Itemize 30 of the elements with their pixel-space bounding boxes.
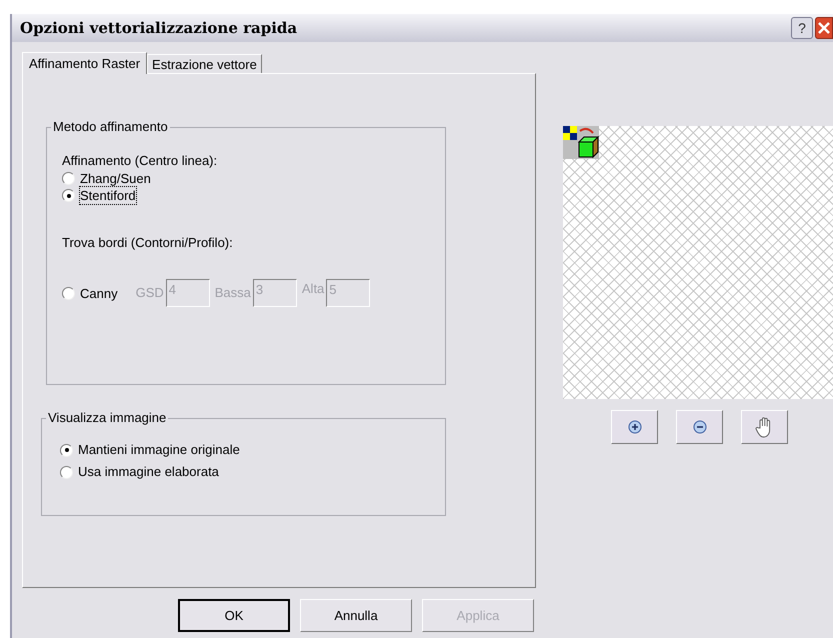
pan-button[interactable] — [741, 410, 788, 444]
zoom-in-icon — [628, 420, 642, 434]
radio-button[interactable] — [62, 189, 75, 202]
group-title: Visualizza immagine — [46, 410, 168, 426]
dialog-button[interactable]: OK — [178, 599, 290, 632]
radio-option[interactable]: Mantieni immagine originale — [60, 439, 445, 461]
radio-button[interactable] — [60, 444, 73, 456]
radio-option[interactable]: Stentiford — [62, 187, 445, 204]
zoom-out-icon — [692, 420, 706, 434]
radio-option[interactable]: Canny — [62, 284, 118, 302]
tab[interactable]: Affinamento Raster — [22, 52, 148, 74]
tab[interactable]: Estrazione vettore — [147, 54, 262, 73]
help-button[interactable]: ? — [791, 17, 813, 39]
field-label: GSD — [136, 284, 164, 302]
field-label: Bassa — [214, 284, 251, 302]
field-label: Alta — [302, 280, 324, 298]
section-label: Trova bordi (Contorni/Profilo): — [62, 234, 234, 251]
radio-button[interactable] — [60, 466, 73, 478]
close-icon — [818, 22, 830, 34]
zoom-in-button[interactable] — [611, 410, 658, 444]
radio-option[interactable]: Zhang/Suen — [62, 170, 445, 187]
zoom-out-button[interactable] — [676, 410, 723, 444]
close-button[interactable] — [815, 17, 833, 39]
radio-option[interactable]: Usa immagine elaborata — [60, 461, 445, 483]
radio-button[interactable] — [62, 172, 75, 185]
dialog-button[interactable]: Annulla — [300, 599, 412, 632]
section-label: Affinamento (Centro linea): — [62, 152, 218, 169]
window-title: Opzioni vettorializzazione rapida — [20, 18, 298, 39]
cube-icon — [563, 126, 599, 159]
radio-button[interactable] — [62, 286, 75, 300]
